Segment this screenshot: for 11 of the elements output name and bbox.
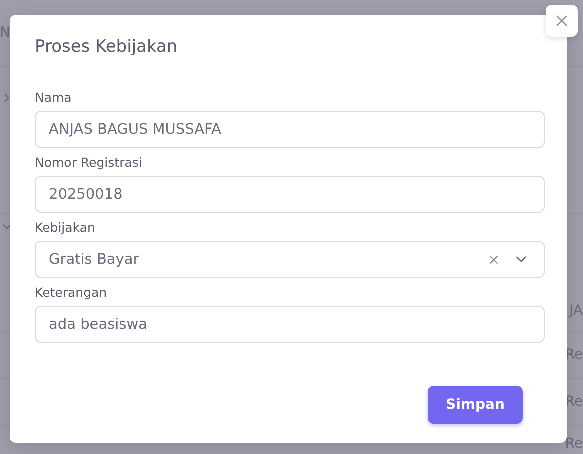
input-field[interactable]: ada beasiswa — [35, 306, 545, 343]
input-field[interactable]: 20250018 — [35, 176, 545, 213]
field-label: Nama — [35, 90, 73, 105]
close-button[interactable] — [546, 5, 578, 37]
select-field[interactable]: Gratis Bayar — [35, 241, 545, 278]
field-label: Keterangan — [35, 285, 108, 300]
field-label: Nomor Registrasi — [35, 155, 144, 170]
save-button[interactable]: Simpan — [428, 386, 523, 424]
input-field[interactable]: ANJAS BAGUS MUSSAFA — [35, 111, 545, 148]
field-label: Kebijakan — [35, 220, 96, 235]
modal-title: Proses Kebijakan — [35, 37, 179, 57]
